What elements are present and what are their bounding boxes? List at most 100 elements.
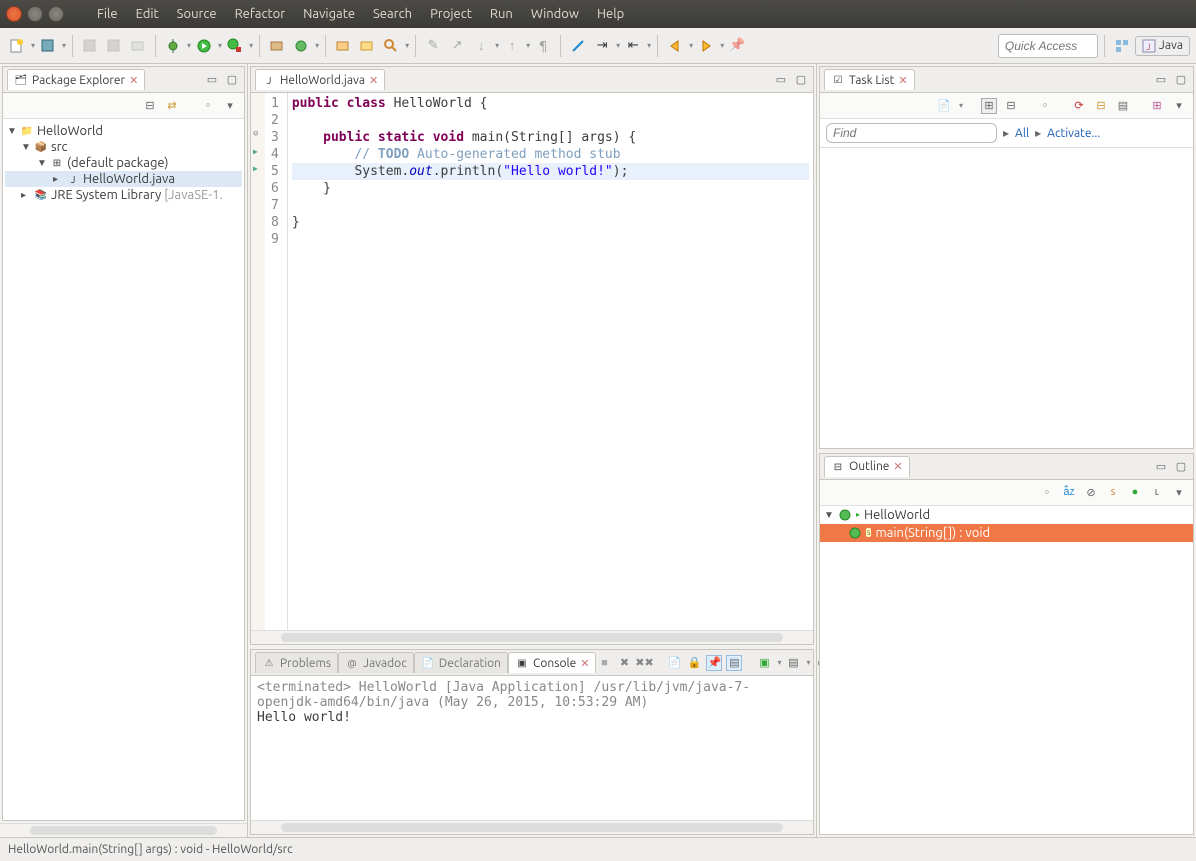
link-editor-icon[interactable]: ⇄ bbox=[164, 98, 180, 114]
window-close-icon[interactable] bbox=[6, 6, 22, 22]
hide-local-icon[interactable]: ʟ bbox=[1149, 484, 1165, 500]
close-icon[interactable]: ✕ bbox=[580, 657, 589, 670]
focus-icon[interactable]: ⚬ bbox=[1037, 98, 1053, 114]
minimize-icon[interactable]: ▭ bbox=[773, 72, 789, 88]
scrollbar-horizontal[interactable] bbox=[0, 823, 247, 837]
view-menu-icon[interactable]: ▾ bbox=[1171, 98, 1187, 114]
close-icon[interactable]: ✕ bbox=[369, 74, 378, 87]
minimize-icon[interactable]: ▭ bbox=[204, 72, 220, 88]
close-icon[interactable]: ✕ bbox=[893, 460, 902, 473]
menu-edit[interactable]: Edit bbox=[128, 4, 167, 24]
wand-icon[interactable] bbox=[567, 35, 589, 57]
filter-icon[interactable]: ⚬ bbox=[200, 98, 216, 114]
default-package-node[interactable]: ▼ ⊞ (default package) bbox=[5, 155, 242, 171]
run-last-icon[interactable] bbox=[224, 35, 246, 57]
pin-icon[interactable]: 📌 bbox=[726, 35, 748, 57]
java-file-node[interactable]: ▸ J HelloWorld.java bbox=[5, 171, 242, 187]
task-activate-link[interactable]: Activate... bbox=[1047, 127, 1100, 140]
menu-help[interactable]: Help bbox=[589, 4, 632, 24]
open-console-icon[interactable]: ▤ bbox=[785, 655, 801, 671]
terminate-icon[interactable]: ■ bbox=[596, 655, 612, 671]
hide-static-icon[interactable]: s bbox=[1105, 484, 1121, 500]
sort-icon[interactable]: a͋z bbox=[1061, 484, 1077, 500]
debug-icon[interactable] bbox=[162, 35, 184, 57]
forward-nav-icon[interactable] bbox=[695, 35, 717, 57]
window-minimize-icon[interactable] bbox=[27, 6, 43, 22]
src-folder-node[interactable]: ▼ 📦 src bbox=[5, 139, 242, 155]
remove-launch-icon[interactable]: ✖ bbox=[616, 655, 632, 671]
minimize-icon[interactable]: ▭ bbox=[1153, 72, 1169, 88]
task-list-tab[interactable]: ☑ Task List ✕ bbox=[824, 69, 915, 90]
java-perspective-button[interactable]: J Java bbox=[1135, 36, 1190, 56]
display-console-icon[interactable]: ▣ bbox=[756, 655, 772, 671]
scroll-lock-icon[interactable]: 🔒 bbox=[686, 655, 702, 671]
collapse-icon[interactable]: ⊟ bbox=[1093, 98, 1109, 114]
prev-annotation-icon[interactable]: ↓ bbox=[470, 35, 492, 57]
package-explorer-tab[interactable]: 🗂 Package Explorer ✕ bbox=[7, 69, 145, 90]
editor-scrollbar[interactable] bbox=[251, 630, 813, 644]
save-all-icon[interactable] bbox=[37, 35, 59, 57]
open-perspective-icon[interactable] bbox=[1111, 35, 1133, 57]
toggle-mark-icon[interactable]: ✎ bbox=[422, 35, 444, 57]
last-edit-icon[interactable]: ↑ bbox=[501, 35, 523, 57]
hide-icon[interactable]: ▤ bbox=[1115, 98, 1131, 114]
categorize-icon[interactable]: ⊞ bbox=[981, 98, 997, 114]
menu-navigate[interactable]: Navigate bbox=[295, 4, 363, 24]
menu-refactor[interactable]: Refactor bbox=[227, 4, 294, 24]
javadoc-tab[interactable]: @ Javadoc bbox=[338, 652, 414, 673]
new-task-icon[interactable]: 📄 bbox=[936, 98, 952, 114]
console-scrollbar[interactable] bbox=[251, 820, 813, 834]
close-icon[interactable]: ✕ bbox=[898, 74, 907, 87]
sync-icon[interactable]: ⟳ bbox=[1071, 98, 1087, 114]
declaration-tab[interactable]: 📄 Declaration bbox=[414, 652, 508, 673]
step-into-icon[interactable]: ⇤ bbox=[622, 35, 644, 57]
quick-access[interactable] bbox=[998, 34, 1098, 58]
quick-access-input[interactable] bbox=[998, 34, 1098, 58]
menu-search[interactable]: Search bbox=[365, 4, 420, 24]
focus-icon[interactable]: ⚬ bbox=[1039, 484, 1055, 500]
pin-console-icon[interactable]: 📌 bbox=[706, 655, 722, 671]
schedule-icon[interactable]: ⊟ bbox=[1003, 98, 1019, 114]
menu-project[interactable]: Project bbox=[422, 4, 480, 24]
problems-tab[interactable]: ⚠ Problems bbox=[255, 652, 338, 673]
open-type-icon[interactable] bbox=[332, 35, 354, 57]
maximize-icon[interactable]: ▢ bbox=[1173, 458, 1189, 474]
menu-window[interactable]: Window bbox=[523, 4, 587, 24]
project-node[interactable]: ▼ 📁 HelloWorld bbox=[5, 123, 242, 139]
outline-method-node[interactable]: s main(String[]) : void bbox=[820, 524, 1193, 542]
menu-source[interactable]: Source bbox=[169, 4, 225, 24]
outline-tab[interactable]: ⊟ Outline ✕ bbox=[824, 456, 910, 477]
view-menu-icon[interactable]: ▾ bbox=[222, 98, 238, 114]
run-icon[interactable] bbox=[193, 35, 215, 57]
task-list-body[interactable] bbox=[820, 148, 1193, 448]
window-maximize-icon[interactable] bbox=[48, 6, 64, 22]
open-task-icon[interactable] bbox=[356, 35, 378, 57]
hide-nonpublic-icon[interactable]: ● bbox=[1127, 484, 1143, 500]
outline-class-node[interactable]: ▼ ▸ HelloWorld bbox=[820, 506, 1193, 524]
print-icon[interactable] bbox=[127, 35, 149, 57]
search-icon[interactable] bbox=[380, 35, 402, 57]
maximize-icon[interactable]: ▢ bbox=[793, 72, 809, 88]
new-class-icon[interactable] bbox=[290, 35, 312, 57]
code-editor[interactable]: 123456789 public class HelloWorld { publ… bbox=[251, 93, 813, 630]
view-menu-icon[interactable]: ▾ bbox=[1171, 484, 1187, 500]
task-all-link[interactable]: All bbox=[1015, 127, 1029, 140]
maximize-icon[interactable]: ▢ bbox=[224, 72, 240, 88]
outline-tree[interactable]: ▼ ▸ HelloWorld s main(String[]) : void bbox=[820, 506, 1193, 835]
next-annotation-icon[interactable]: ↗ bbox=[446, 35, 468, 57]
collapse-all-icon[interactable]: ⊟ bbox=[142, 98, 158, 114]
new-package-icon[interactable] bbox=[266, 35, 288, 57]
task-menu-icon[interactable]: ⊞ bbox=[1149, 98, 1165, 114]
console-output[interactable]: <terminated> HelloWorld [Java Applicatio… bbox=[251, 676, 813, 820]
maximize-icon[interactable]: ▢ bbox=[1173, 72, 1189, 88]
jre-library-node[interactable]: ▸ 📚 JRE System Library [JavaSE-1. bbox=[5, 187, 242, 203]
menu-run[interactable]: Run bbox=[482, 4, 521, 24]
clear-console-icon[interactable]: 📄 bbox=[666, 655, 682, 671]
back-nav-icon[interactable] bbox=[664, 35, 686, 57]
menu-file[interactable]: File bbox=[89, 4, 126, 24]
package-explorer-tree[interactable]: ▼ 📁 HelloWorld ▼ 📦 src ▼ ⊞ (default pack… bbox=[3, 119, 244, 820]
save-icon[interactable] bbox=[79, 35, 101, 57]
task-find-input[interactable] bbox=[826, 123, 997, 143]
minimize-icon[interactable]: ▭ bbox=[1153, 458, 1169, 474]
step-icon[interactable]: ⇥ bbox=[591, 35, 613, 57]
